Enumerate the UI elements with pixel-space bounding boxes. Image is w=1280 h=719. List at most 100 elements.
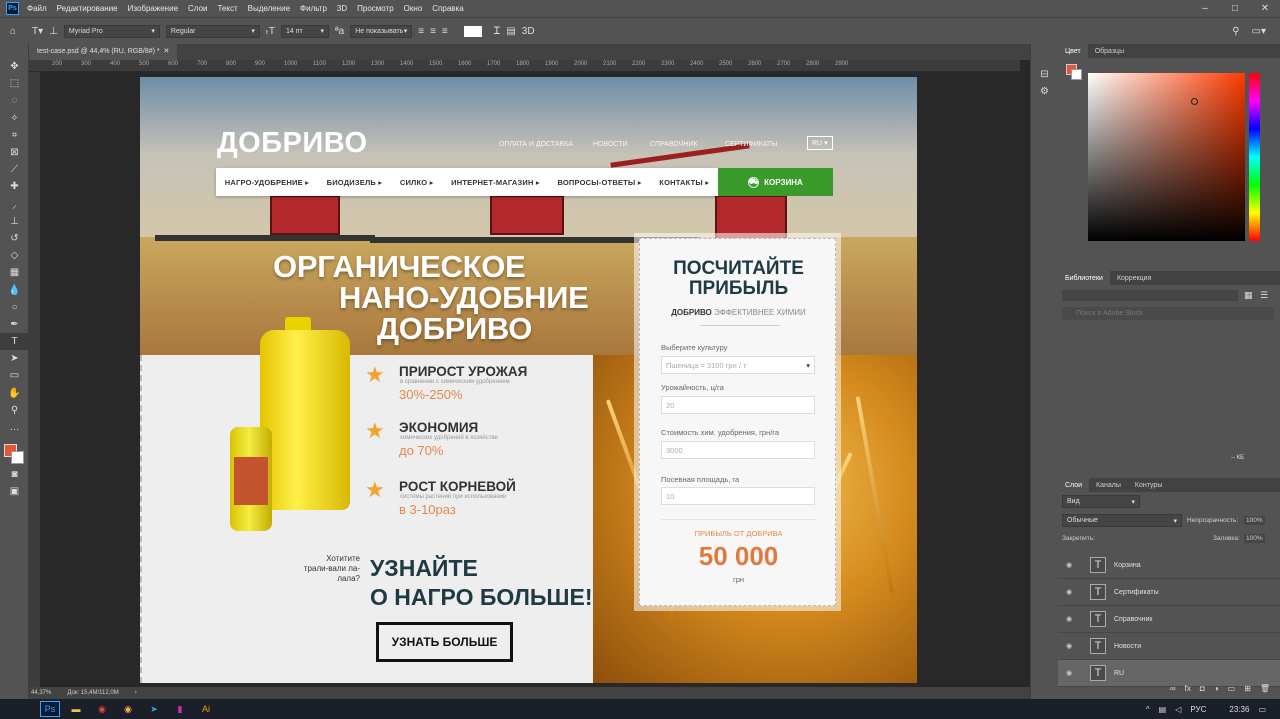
yield-input[interactable]: 20 bbox=[661, 396, 815, 414]
fx-icon[interactable]: fx bbox=[1185, 684, 1191, 696]
hand-tool-icon[interactable]: ✋ bbox=[0, 385, 29, 402]
group-icon[interactable]: ▭ bbox=[1228, 684, 1236, 696]
gradient-tool-icon[interactable]: ▦ bbox=[0, 264, 29, 281]
menu-window[interactable]: Окно bbox=[404, 4, 423, 13]
document-tab[interactable]: test-case.psd @ 44,4% (RU, RGB/8#) * ✕ bbox=[29, 44, 178, 60]
search-icon[interactable]: ⚲ bbox=[1232, 26, 1239, 37]
tab-paths[interactable]: Контуры bbox=[1128, 478, 1169, 492]
workspace-icon[interactable]: ▭▾ bbox=[1252, 26, 1266, 37]
minimize-button[interactable]: – bbox=[1190, 3, 1220, 14]
crop-tool-icon[interactable]: ⌗ bbox=[0, 127, 29, 144]
character-panel-icon[interactable]: ▤ bbox=[506, 26, 515, 37]
warp-text-icon[interactable]: Ꮖ bbox=[494, 26, 501, 37]
hue-slider[interactable] bbox=[1249, 73, 1260, 241]
move-tool-icon[interactable]: ✥ bbox=[0, 58, 29, 75]
zoom-tool-icon[interactable]: ⚲ bbox=[0, 402, 29, 419]
background-color-chip[interactable] bbox=[1071, 69, 1082, 80]
type-tool-icon[interactable]: T bbox=[0, 333, 29, 351]
align-left-icon[interactable]: ≡ bbox=[418, 26, 424, 37]
menu-select[interactable]: Выделение bbox=[248, 4, 290, 13]
nav-item-biodiesel[interactable]: БИОДИЗЕЛЬ ▸ bbox=[327, 178, 383, 187]
eraser-icon[interactable]: ◇ bbox=[0, 247, 29, 264]
photoshop-app-icon[interactable]: Ps bbox=[6, 2, 19, 15]
top-link-certificates[interactable]: СЕРТИФИКАТЫ bbox=[725, 141, 777, 148]
visibility-eye-icon[interactable]: ◉ bbox=[1058, 615, 1080, 623]
magic-wand-icon[interactable]: ✧ bbox=[0, 110, 29, 127]
menu-help[interactable]: Справка bbox=[432, 4, 463, 13]
background-color[interactable] bbox=[11, 451, 24, 465]
dodge-tool-icon[interactable]: ○ bbox=[0, 299, 29, 316]
tab-libraries[interactable]: Библиотеки bbox=[1058, 271, 1110, 285]
text-orientation-icon[interactable]: ⊥ bbox=[49, 26, 58, 37]
top-link-delivery[interactable]: ОПЛАТА И ДОСТАВКА bbox=[499, 141, 573, 148]
tab-adjustments[interactable]: Коррекция bbox=[1110, 271, 1158, 285]
telegram-icon[interactable]: ➤ bbox=[144, 701, 164, 717]
zoom-level[interactable]: 44,37% bbox=[31, 690, 51, 696]
history-brush-icon[interactable]: ↺ bbox=[0, 230, 29, 247]
area-input[interactable]: 10 bbox=[661, 487, 815, 505]
document-canvas[interactable]: ДОБРИВО ОПЛАТА И ДОСТАВКА НОВОСТИ СПРАВО… bbox=[40, 72, 1020, 687]
layer-row[interactable]: ◉ T Новости bbox=[1058, 633, 1280, 660]
menu-edit[interactable]: Редактирование bbox=[57, 4, 118, 13]
library-select[interactable] bbox=[1062, 290, 1238, 301]
nav-item-faq[interactable]: ВОПРОСЫ-ОТВЕТЫ ▸ bbox=[557, 178, 641, 187]
screen-mode-icon[interactable]: ▣ bbox=[0, 483, 29, 500]
notifications-icon[interactable]: ▭ bbox=[1258, 705, 1266, 714]
font-style-select[interactable]: Regular ▾ bbox=[165, 24, 260, 38]
opacity-value[interactable]: 100% bbox=[1244, 516, 1265, 525]
blend-mode-select[interactable]: Обычные ▾ bbox=[1062, 514, 1182, 527]
illustrator-icon[interactable]: Ai bbox=[196, 701, 216, 717]
text-color-swatch[interactable] bbox=[463, 25, 482, 37]
path-selection-icon[interactable]: ➤ bbox=[0, 350, 29, 367]
status-menu-icon[interactable]: › bbox=[135, 690, 137, 696]
top-link-news[interactable]: НОВОСТИ bbox=[593, 141, 628, 148]
align-center-icon[interactable]: ≡ bbox=[430, 26, 436, 37]
healing-brush-icon[interactable]: ✚ bbox=[0, 178, 29, 195]
network-icon[interactable]: ▤ bbox=[1159, 705, 1167, 714]
input-language[interactable]: РУС bbox=[1190, 705, 1206, 714]
blur-tool-icon[interactable]: 💧 bbox=[0, 281, 29, 298]
3d-button[interactable]: 3D bbox=[522, 26, 535, 37]
menu-file[interactable]: Файл bbox=[27, 4, 47, 13]
site-logo[interactable]: ДОБРИВО bbox=[217, 127, 368, 160]
figma-icon[interactable]: ▮ bbox=[170, 701, 190, 717]
nav-item-nagro[interactable]: НАГРО-УДОБРЕНИЕ ▸ bbox=[225, 178, 309, 187]
chrome-icon[interactable]: ◉ bbox=[92, 701, 112, 717]
properties-panel-icon[interactable]: ⚙ bbox=[1031, 83, 1058, 100]
tab-layers[interactable]: Слои bbox=[1058, 478, 1090, 492]
grid-view-icon[interactable]: ▦ bbox=[1244, 290, 1253, 301]
nav-item-silko[interactable]: СИЛКО ▸ bbox=[400, 178, 434, 187]
cart-button[interactable]: ⛟ КОРЗИНА bbox=[718, 168, 833, 196]
chrome-canary-icon[interactable]: ◉ bbox=[118, 701, 138, 717]
nav-item-contacts[interactable]: КОНТАКТЫ ▸ bbox=[659, 178, 709, 187]
tab-channels[interactable]: Каналы bbox=[1089, 478, 1128, 492]
brush-tool-icon[interactable]: ⸝ bbox=[0, 196, 29, 213]
file-explorer-icon[interactable]: ▬ bbox=[66, 701, 86, 717]
visibility-eye-icon[interactable]: ◉ bbox=[1058, 642, 1080, 650]
menu-3d[interactable]: 3D bbox=[337, 4, 347, 13]
layer-row[interactable]: ◉ T Справочник bbox=[1058, 606, 1280, 633]
close-window-button[interactable]: ✕ bbox=[1250, 3, 1280, 14]
mask-icon[interactable]: ◘ bbox=[1200, 684, 1205, 696]
trash-icon[interactable]: 🗑 bbox=[1260, 684, 1270, 696]
fill-value[interactable]: 100% bbox=[1244, 534, 1265, 543]
menu-filter[interactable]: Фильтр bbox=[300, 4, 327, 13]
rectangle-tool-icon[interactable]: ▭ bbox=[0, 367, 29, 384]
visibility-eye-icon[interactable]: ◉ bbox=[1058, 561, 1080, 569]
history-panel-icon[interactable]: ⊟ bbox=[1031, 66, 1058, 83]
website-artboard[interactable]: ДОБРИВО ОПЛАТА И ДОСТАВКА НОВОСТИ СПРАВО… bbox=[140, 77, 917, 683]
more-tools-icon[interactable]: … bbox=[0, 419, 29, 436]
pen-tool-icon[interactable]: ✒ bbox=[0, 316, 29, 333]
lasso-tool-icon[interactable]: ◌ bbox=[0, 92, 29, 109]
color-picker-cursor[interactable] bbox=[1191, 98, 1198, 105]
top-link-reference[interactable]: СПРАВОЧНИК bbox=[650, 141, 698, 148]
layer-row-selected[interactable]: ◉ T RU bbox=[1058, 660, 1280, 687]
new-layer-icon[interactable]: ⊞ bbox=[1244, 684, 1251, 696]
frame-tool-icon[interactable]: ⊠ bbox=[0, 144, 29, 161]
color-picker-field[interactable] bbox=[1088, 73, 1245, 241]
eyedropper-icon[interactable]: ⟋ bbox=[0, 161, 29, 178]
font-size-select[interactable]: 14 пт ▾ bbox=[280, 24, 329, 38]
antialias-select[interactable]: Не показывать ▾ bbox=[350, 24, 413, 38]
menu-image[interactable]: Изображение bbox=[128, 4, 178, 13]
home-icon[interactable]: ⌂ bbox=[10, 26, 16, 37]
